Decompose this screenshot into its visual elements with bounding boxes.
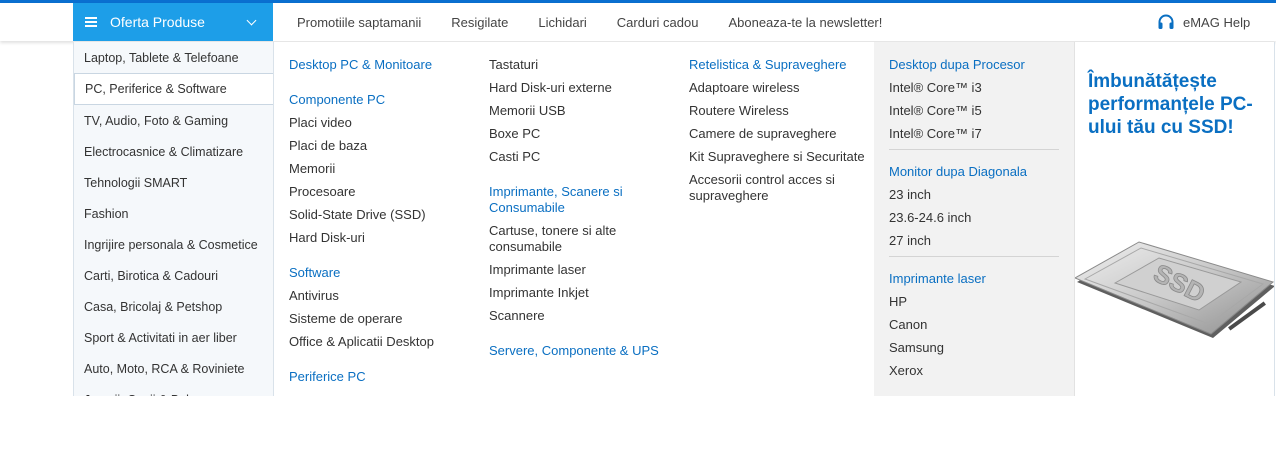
sidebar-item-tehnologii-smart[interactable]: Tehnologii SMART bbox=[74, 167, 273, 198]
top-nav-links: Promotiile saptamanii Resigilate Lichida… bbox=[297, 3, 912, 41]
menu-heading-imprimante-laser-brand[interactable]: Imprimante laser bbox=[889, 271, 1059, 287]
menu-item-imprimante-inkjet[interactable]: Imprimante Inkjet bbox=[489, 285, 669, 301]
menu-item-core-i7[interactable]: Intel® Core™ i7 bbox=[889, 126, 1059, 142]
category-sidebar: Laptop, Tablete & Telefoane PC, Periferi… bbox=[73, 42, 274, 396]
menu-item-scannere[interactable]: Scannere bbox=[489, 308, 669, 324]
menu-item-placi-video[interactable]: Placi video bbox=[289, 115, 469, 131]
headset-icon bbox=[1158, 14, 1174, 29]
ssd-drive-image: SSD bbox=[1075, 241, 1274, 338]
menu-item-tastaturi[interactable]: Tastaturi bbox=[489, 57, 669, 73]
nav-link-carduri-cadou[interactable]: Carduri cadou bbox=[617, 15, 699, 30]
emag-help-link[interactable]: eMAG Help bbox=[1157, 3, 1250, 41]
sidebar-item-carti-birotica[interactable]: Carti, Birotica & Cadouri bbox=[74, 260, 273, 291]
sidebar-item-laptop-tablete-telefoane[interactable]: Laptop, Tablete & Telefoane bbox=[74, 42, 273, 73]
nav-link-promotii[interactable]: Promotiile saptamanii bbox=[297, 15, 421, 30]
menu-item-adaptoare-wireless[interactable]: Adaptoare wireless bbox=[689, 80, 869, 96]
sidebar-item-ingrijire-personala[interactable]: Ingrijire personala & Cosmetice bbox=[74, 229, 273, 260]
menu-item-cartuse-tonere[interactable]: Cartuse, tonere si alte consumabile bbox=[489, 223, 669, 255]
menu-item-ssd[interactable]: Solid-State Drive (SSD) bbox=[289, 207, 469, 223]
menu-column-2: Tastaturi Hard Disk-uri externe Memorii … bbox=[489, 57, 669, 366]
menu-item-office-aplicatii[interactable]: Office & Aplicatii Desktop bbox=[289, 334, 469, 350]
nav-link-resigilate[interactable]: Resigilate bbox=[451, 15, 508, 30]
nav-link-newsletter[interactable]: Aboneaza-te la newsletter! bbox=[728, 15, 882, 30]
chevron-down-icon bbox=[246, 15, 257, 26]
menu-item-casti-pc[interactable]: Casti PC bbox=[489, 149, 669, 165]
menu-item-accesorii-control-acces[interactable]: Accesorii control acces si supraveghere bbox=[689, 172, 869, 204]
menu-item-procesoare[interactable]: Procesoare bbox=[289, 184, 469, 200]
menu-item-imprimante-laser[interactable]: Imprimante laser bbox=[489, 262, 669, 278]
menu-heading-desktop-monitoare[interactable]: Desktop PC & Monitoare bbox=[289, 57, 469, 73]
menu-column-3: Retelistica & Supraveghere Adaptoare wir… bbox=[689, 57, 869, 211]
nav-link-lichidari[interactable]: Lichidari bbox=[538, 15, 586, 30]
menu-item-27-inch[interactable]: 27 inch bbox=[889, 233, 1059, 249]
sidebar-item-casa-bricolaj[interactable]: Casa, Bricolaj & Petshop bbox=[74, 291, 273, 322]
menu-item-23-6-24-6-inch[interactable]: 23.6-24.6 inch bbox=[889, 210, 1059, 226]
mega-menu-panel: Desktop PC & Monitoare Componente PC Pla… bbox=[274, 42, 1275, 396]
ssd-promo-banner[interactable]: Îmbunătățește performanțele PC-ului tău … bbox=[1074, 42, 1274, 396]
menu-item-routere-wireless[interactable]: Routere Wireless bbox=[689, 103, 869, 119]
menu-item-sisteme-de-operare[interactable]: Sisteme de operare bbox=[289, 311, 469, 327]
sidebar-item-pc-periferice-software[interactable]: PC, Periferice & Software bbox=[74, 73, 273, 105]
menu-column-1: Desktop PC & Monitoare Componente PC Pla… bbox=[289, 57, 469, 392]
sidebar-item-fashion[interactable]: Fashion bbox=[74, 198, 273, 229]
menu-item-boxe-pc[interactable]: Boxe PC bbox=[489, 126, 669, 142]
menu-item-kit-supraveghere[interactable]: Kit Supraveghere si Securitate bbox=[689, 149, 869, 165]
menu-item-memorii-usb[interactable]: Memorii USB bbox=[489, 103, 669, 119]
divider bbox=[889, 149, 1059, 150]
menu-item-hp[interactable]: HP bbox=[889, 294, 1059, 310]
menu-item-core-i5[interactable]: Intel® Core™ i5 bbox=[889, 103, 1059, 119]
menu-item-samsung[interactable]: Samsung bbox=[889, 340, 1059, 356]
sidebar-item-jucarii[interactable]: Jucarii, Copii & Bebe bbox=[74, 384, 273, 397]
menu-heading-periferice-pc[interactable]: Periferice PC bbox=[289, 369, 469, 385]
menu-item-core-i3[interactable]: Intel® Core™ i3 bbox=[889, 80, 1059, 96]
menu-item-hard-disk-uri[interactable]: Hard Disk-uri bbox=[289, 230, 469, 246]
menu-item-canon[interactable]: Canon bbox=[889, 317, 1059, 333]
help-label: eMAG Help bbox=[1183, 14, 1251, 30]
menu-heading-software[interactable]: Software bbox=[289, 265, 469, 281]
menu-heading-componente-pc[interactable]: Componente PC bbox=[289, 92, 469, 108]
menu-item-23-inch[interactable]: 23 inch bbox=[889, 187, 1059, 203]
menu-heading-retelistica[interactable]: Retelistica & Supraveghere bbox=[689, 57, 869, 73]
menu-item-antivirus[interactable]: Antivirus bbox=[289, 288, 469, 304]
menu-item-hdd-externe[interactable]: Hard Disk-uri externe bbox=[489, 80, 669, 96]
menu-item-memorii[interactable]: Memorii bbox=[289, 161, 469, 177]
oferta-produse-label: Oferta Produse bbox=[110, 14, 205, 30]
menu-column-4: Desktop dupa Procesor Intel® Core™ i3 In… bbox=[874, 42, 1074, 396]
menu-item-camere-supraveghere[interactable]: Camere de supraveghere bbox=[689, 126, 869, 142]
oferta-produse-button[interactable]: Oferta Produse bbox=[73, 3, 273, 41]
sidebar-item-electrocasnice[interactable]: Electrocasnice & Climatizare bbox=[74, 136, 273, 167]
menu-heading-monitor-diagonala[interactable]: Monitor dupa Diagonala bbox=[889, 164, 1059, 180]
menu-heading-desktop-procesor[interactable]: Desktop dupa Procesor bbox=[889, 57, 1059, 73]
menu-item-xerox[interactable]: Xerox bbox=[889, 363, 1059, 379]
menu-heading-servere-ups[interactable]: Servere, Componente & UPS bbox=[489, 343, 669, 359]
promo-title: Îmbunătățește performanțele PC-ului tău … bbox=[1088, 71, 1253, 138]
divider bbox=[889, 256, 1059, 257]
menu-item-placi-de-baza[interactable]: Placi de baza bbox=[289, 138, 469, 154]
sidebar-item-auto-moto[interactable]: Auto, Moto, RCA & Roviniete bbox=[74, 353, 273, 384]
sidebar-item-sport[interactable]: Sport & Activitati in aer liber bbox=[74, 322, 273, 353]
sidebar-item-tv-audio-foto-gaming[interactable]: TV, Audio, Foto & Gaming bbox=[74, 105, 273, 136]
hamburger-icon bbox=[85, 17, 97, 27]
menu-heading-imprimante-scanere[interactable]: Imprimante, Scanere si Consumabile bbox=[489, 184, 669, 216]
